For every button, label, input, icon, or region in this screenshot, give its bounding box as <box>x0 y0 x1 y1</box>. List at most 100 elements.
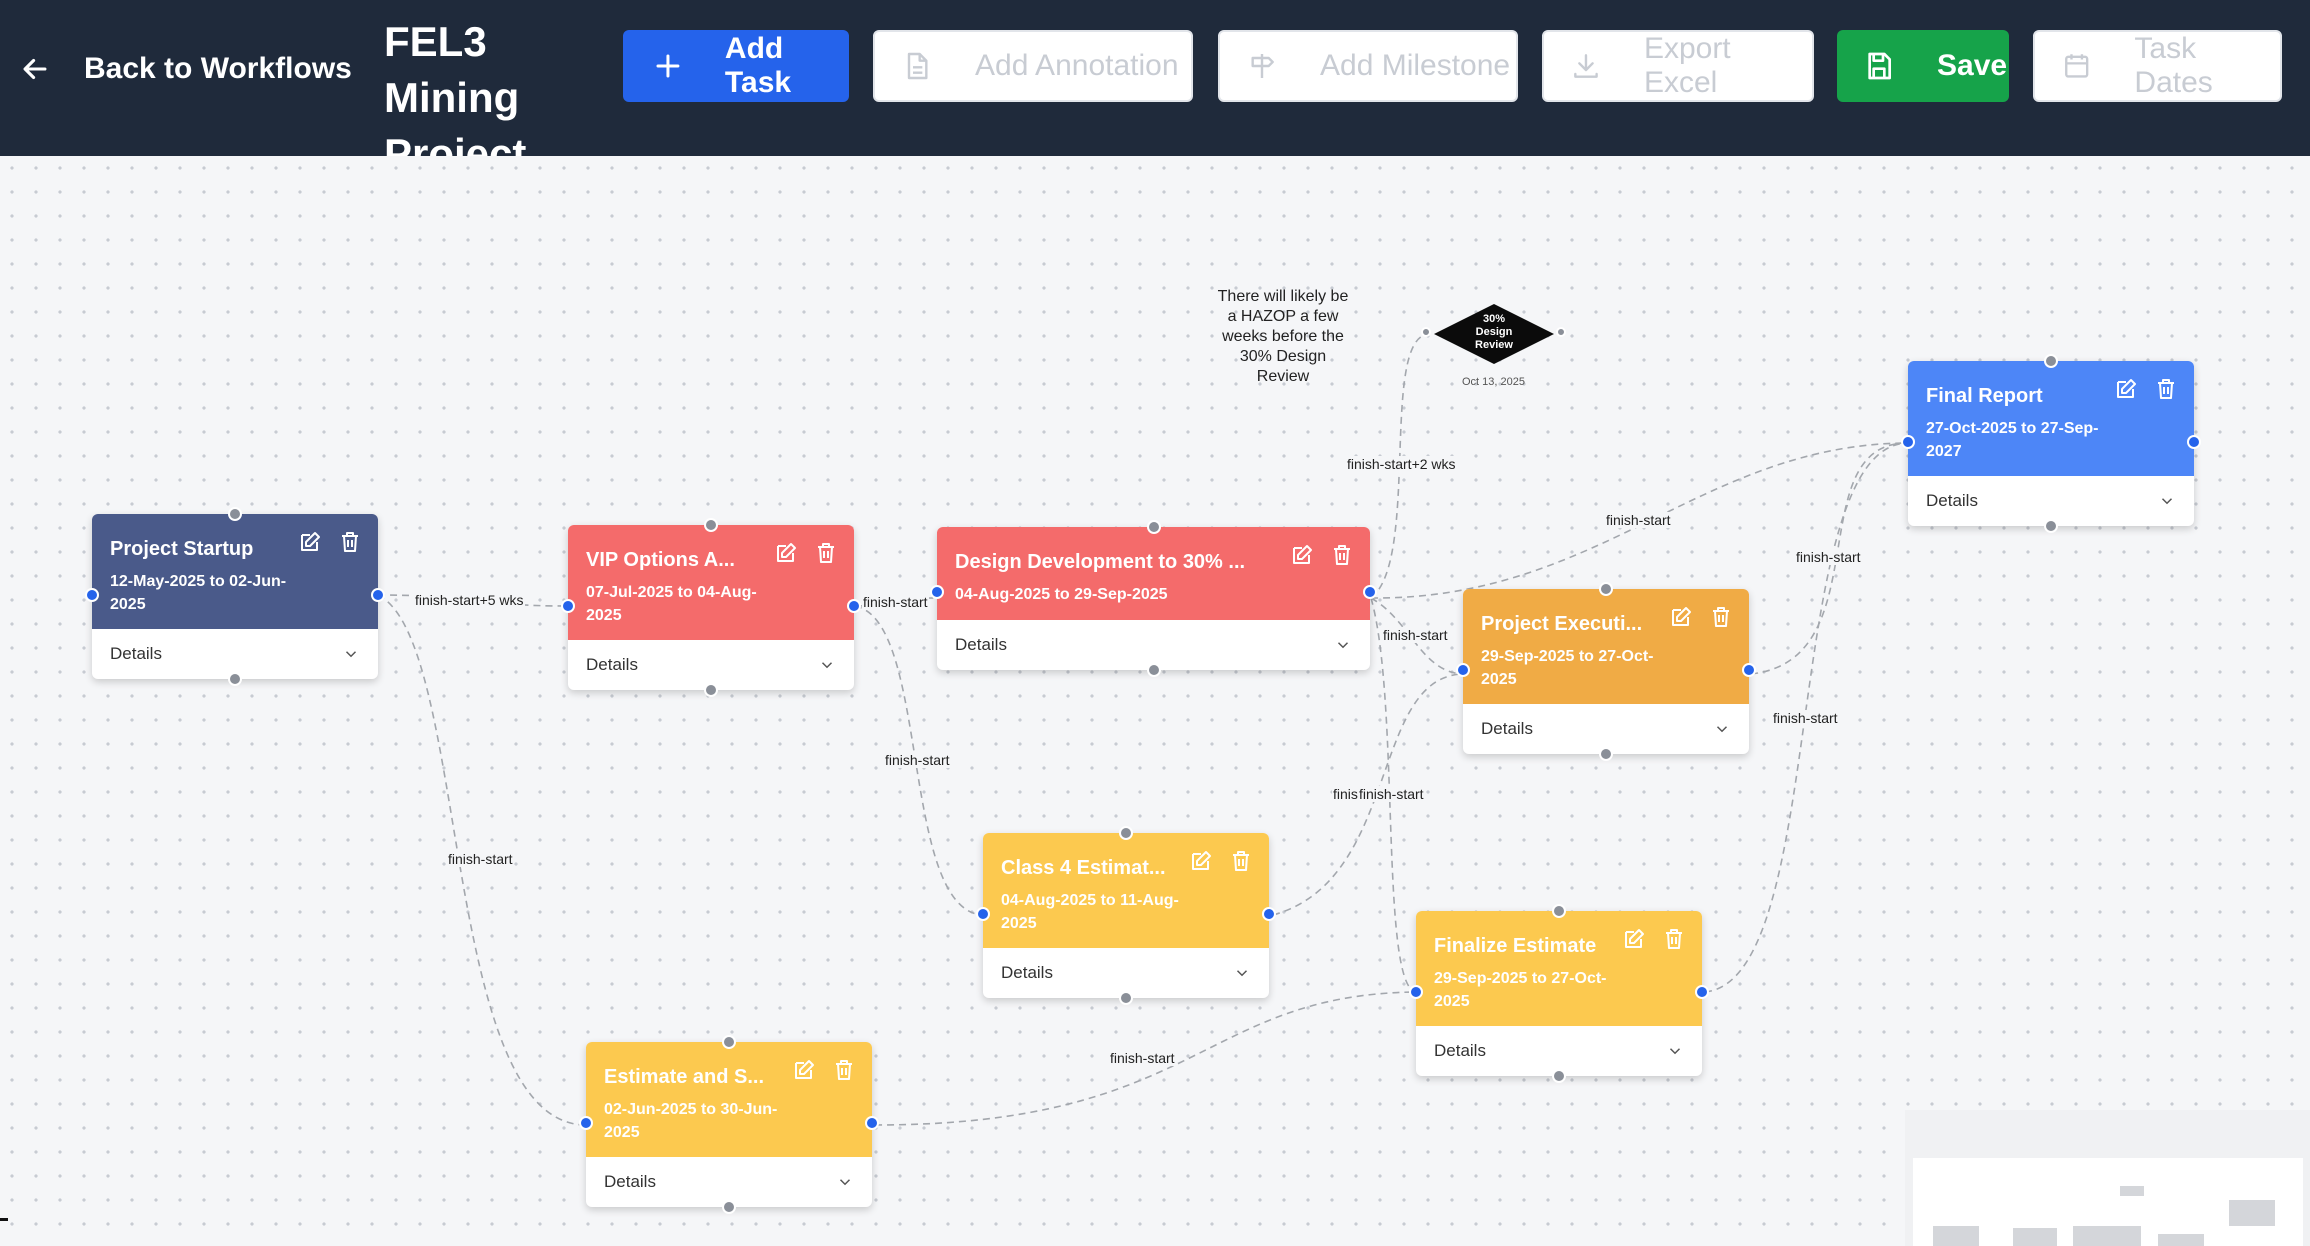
handle-top[interactable] <box>704 518 718 532</box>
handle-top[interactable] <box>1146 520 1161 534</box>
trash-icon[interactable] <box>814 541 838 565</box>
milestone-date: Oct 13, 2025 <box>1462 376 1525 388</box>
handle-right[interactable] <box>1695 984 1709 999</box>
edit-icon[interactable] <box>298 530 322 554</box>
handle-left[interactable] <box>579 1115 593 1130</box>
handle-left[interactable] <box>976 906 990 921</box>
trash-icon[interactable] <box>832 1058 856 1082</box>
task-node-project-startup[interactable]: Project Startup 12-May-2025 to 02-Jun-20… <box>92 514 378 679</box>
download-icon <box>1574 54 1598 78</box>
handle-top[interactable] <box>228 507 242 521</box>
handle-top[interactable] <box>722 1035 736 1049</box>
edit-icon[interactable] <box>2114 377 2138 401</box>
edge-label-finalize-final: finish-start <box>1772 710 1839 726</box>
minimap-node <box>2229 1200 2275 1226</box>
handle-bottom[interactable] <box>2044 519 2058 533</box>
trash-icon[interactable] <box>338 530 362 554</box>
handle-left[interactable] <box>1409 984 1423 999</box>
edge-label-design-milestone: finish-start+2 wks <box>1346 456 1457 472</box>
handle-bottom[interactable] <box>1599 747 1613 761</box>
task-node-project-execution[interactable]: Project Executi... 29-Sep-2025 to 27-Oct… <box>1463 589 1749 754</box>
milestone-label-2: Design <box>1475 326 1513 338</box>
milestone-diamond[interactable]: 30% Design Review <box>1432 302 1556 366</box>
trash-icon[interactable] <box>1229 849 1253 873</box>
floppy-disk-icon <box>1868 52 1891 80</box>
chevron-down-icon <box>1669 1048 1681 1055</box>
handle-bottom[interactable] <box>704 683 718 697</box>
task-node-vip-options[interactable]: VIP Options A... 07-Jul-2025 to 04-Aug-2… <box>568 525 854 690</box>
handle-left[interactable] <box>930 585 944 600</box>
edit-icon[interactable] <box>1669 605 1693 629</box>
edit-icon[interactable] <box>792 1058 816 1082</box>
handle-bottom[interactable] <box>1119 991 1133 1005</box>
handle-bottom[interactable] <box>228 672 242 686</box>
signpost-icon <box>1251 54 1274 78</box>
handle-right[interactable] <box>1742 662 1756 677</box>
minimap[interactable] <box>1905 1110 2310 1246</box>
handle-left[interactable] <box>561 598 575 613</box>
details-label: Details <box>1434 1041 1486 1060</box>
chevron-down-icon <box>839 1179 851 1186</box>
task-node-class4-estimate[interactable]: Class 4 Estimat... 04-Aug-2025 to 11-Aug… <box>983 833 1269 998</box>
workflow-canvas[interactable] <box>0 156 2310 1246</box>
minimap-node <box>1933 1226 1979 1246</box>
handle-right[interactable] <box>865 1115 879 1130</box>
arrow-left-icon <box>23 58 47 80</box>
add-task-button[interactable]: Add Task <box>623 30 849 102</box>
trash-icon[interactable] <box>1330 543 1354 567</box>
milestone-handle-right[interactable] <box>1556 327 1566 337</box>
task-dates: 02-Jun-2025 to 30-Jun-2025 <box>604 1101 778 1141</box>
save-button[interactable]: Save <box>1837 30 2009 102</box>
task-dates: 04-Aug-2025 to 29-Sep-2025 <box>955 586 1168 603</box>
handle-left[interactable] <box>85 587 99 602</box>
handle-left[interactable] <box>1456 662 1470 677</box>
handle-top[interactable] <box>1552 904 1566 918</box>
handle-bottom[interactable] <box>1146 663 1161 677</box>
edge-label-design-finalize: finish-start <box>1358 786 1425 802</box>
handle-bottom[interactable] <box>722 1200 736 1214</box>
handle-left[interactable] <box>1901 434 1915 449</box>
handle-top[interactable] <box>1599 582 1613 596</box>
task-node-design-development[interactable]: Design Development to 30% ... 04-Aug-202… <box>937 527 1370 670</box>
milestone-label-1: 30% <box>1482 313 1506 325</box>
task-node-estimate-and-s[interactable]: Estimate and S... 02-Jun-2025 to 30-Jun-… <box>586 1042 872 1207</box>
edit-icon[interactable] <box>1290 543 1314 567</box>
add-annotation-label: Add Annotation <box>975 49 1179 82</box>
task-title: Project Executi... <box>1481 613 1643 635</box>
trash-icon[interactable] <box>1709 605 1733 629</box>
task-title: Final Report <box>1926 385 2043 407</box>
task-title: Estimate and S... <box>604 1066 765 1088</box>
chevron-down-icon <box>345 651 357 658</box>
details-label: Details <box>955 635 1007 654</box>
edit-icon[interactable] <box>1189 849 1213 873</box>
handle-right[interactable] <box>1262 906 1276 921</box>
edit-icon[interactable] <box>1622 927 1646 951</box>
task-node-final-report[interactable]: Final Report 27-Oct-2025 to 27-Sep-2027 … <box>1908 361 2194 526</box>
task-dates: 29-Sep-2025 to 27-Oct-2025 <box>1481 648 1654 688</box>
trash-icon[interactable] <box>1662 927 1686 951</box>
export-excel-button[interactable]: Export Excel <box>1542 30 1814 102</box>
task-node-finalize-estimate[interactable]: Finalize Estimate 29-Sep-2025 to 27-Oct-… <box>1416 911 1702 1076</box>
top-toolbar: Back to Workflows FEL3 Mining Project Ad… <box>0 0 2310 177</box>
chevron-down-icon <box>1236 970 1248 977</box>
handle-bottom[interactable] <box>1552 1069 1566 1083</box>
milestone-label-3: Review <box>1475 339 1513 351</box>
annotation-note[interactable]: There will likely be a HAZOP a few weeks… <box>1213 287 1353 387</box>
handle-top[interactable] <box>1119 826 1133 840</box>
add-milestone-label: Add Milestone <box>1320 49 1511 82</box>
handle-top[interactable] <box>2044 354 2058 368</box>
add-milestone-button[interactable]: Add Milestone <box>1218 30 1518 102</box>
milestone-handle-left[interactable] <box>1421 327 1431 337</box>
handle-right[interactable] <box>371 587 385 602</box>
add-annotation-button[interactable]: Add Annotation <box>873 30 1193 102</box>
plus-icon <box>656 54 680 78</box>
task-dates-button[interactable]: Task Dates <box>2033 30 2282 102</box>
handle-right[interactable] <box>847 598 861 613</box>
trash-icon[interactable] <box>2154 377 2178 401</box>
handle-right[interactable] <box>1363 585 1377 600</box>
minimap-node <box>2013 1228 2057 1246</box>
workflow-editor: Back to Workflows FEL3 Mining Project Ad… <box>0 0 2310 1246</box>
back-to-workflows-button[interactable]: Back to Workflows <box>18 47 352 91</box>
handle-right[interactable] <box>2187 434 2201 449</box>
edit-icon[interactable] <box>774 541 798 565</box>
